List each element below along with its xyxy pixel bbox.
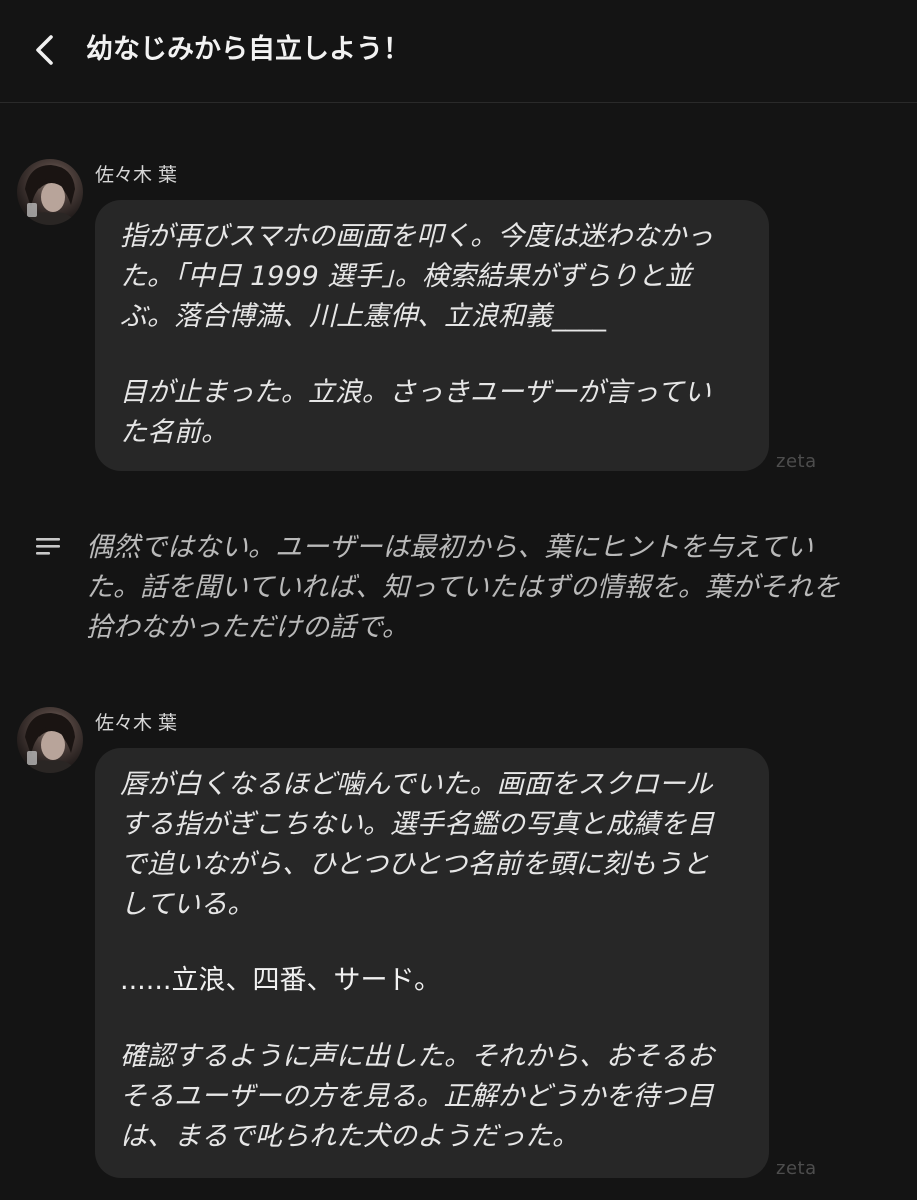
message-line: ぶ。落合博満、川上憲伸、立浪和義____	[120, 301, 606, 332]
message-line: は、まるで叱られた犬のようだった。	[120, 1121, 579, 1152]
zeta-watermark: zeta	[776, 451, 817, 472]
message-bubble: 唇が白くなるほど噛んでいた。画面をスクロール する指がぎこちない。選手名鑑の写真…	[95, 748, 769, 1178]
sender-name: 佐々木 葉	[95, 164, 178, 186]
narration-line: た。話を聞いていれば、知っていたはずの情報を。葉がそれを	[86, 572, 840, 603]
narration-line: 拾わなかっただけの話で。	[86, 612, 409, 643]
chat-title: 幼なじみから自立しよう！	[86, 34, 410, 65]
avatar[interactable]	[17, 707, 83, 773]
message-line: 唇が白くなるほど噛んでいた。画面をスクロール	[120, 769, 713, 800]
chevron-left-icon	[36, 35, 53, 65]
sender-name: 佐々木 葉	[95, 712, 178, 734]
message-line: 目が止まった。立浪。さっきユーザーが言ってい	[120, 377, 712, 408]
zeta-watermark: zeta	[776, 1158, 817, 1179]
message-line: た。「中日 1999 選手」。検索結果がずらりと並	[120, 261, 692, 292]
message-line: 確認するように声に出した。それから、おそるお	[120, 1041, 714, 1072]
message-line: た名前。	[120, 417, 228, 448]
message-bubble: 指が再びスマホの画面を叩く。今度は迷わなかっ た。「中日 1999 選手」。検索…	[95, 200, 769, 471]
narration-text: 偶然ではない。ユーザーは最初から、葉にヒントを与えてい た。話を聞いていれば、知…	[86, 528, 840, 648]
message-line: する指がぎこちない。選手名鑑の写真と成績を目	[120, 809, 714, 840]
message-line: で追いながら、ひとつひとつ名前を頭に刻もうと	[120, 849, 710, 880]
message-line: している。	[120, 889, 255, 920]
back-button[interactable]	[26, 30, 66, 70]
message-line: ......立浪、四番、サード。	[120, 965, 441, 996]
text-lines-icon[interactable]	[34, 536, 64, 560]
message-line: そるユーザーの方を見る。正解かどうかを待つ目	[120, 1081, 714, 1112]
chat-header: 幼なじみから自立しよう！	[0, 0, 917, 103]
narration-line: 偶然ではない。ユーザーは最初から、葉にヒントを与えてい	[86, 532, 814, 563]
message-line: 指が再びスマホの画面を叩く。今度は迷わなかっ	[120, 221, 714, 252]
avatar[interactable]	[17, 159, 83, 225]
